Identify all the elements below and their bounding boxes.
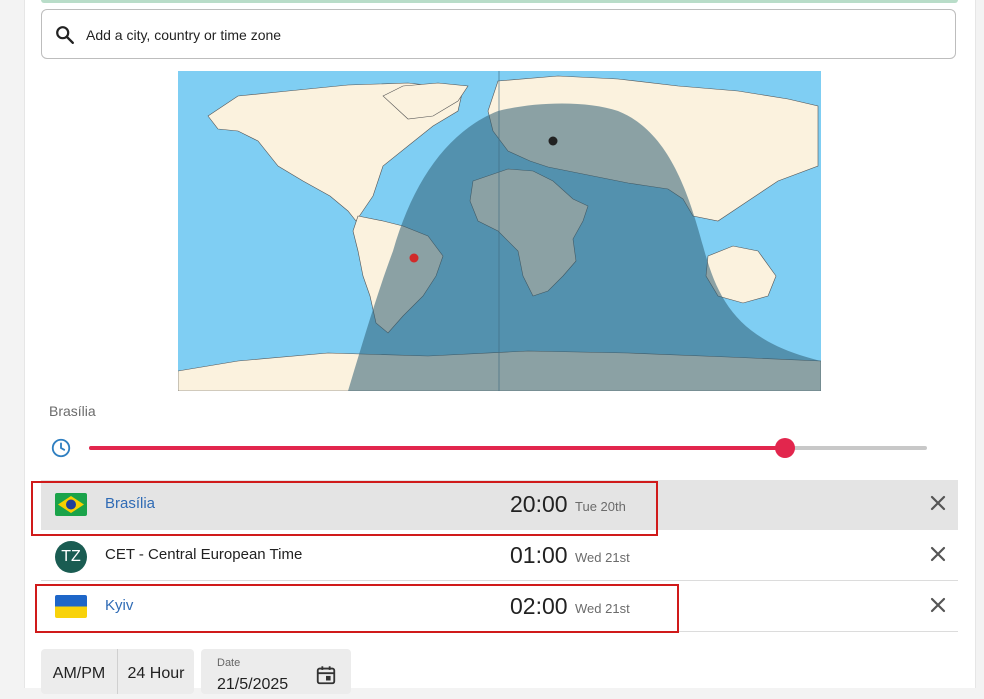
close-icon[interactable] <box>928 595 948 615</box>
search-icon <box>56 26 74 44</box>
close-icon[interactable] <box>928 544 948 564</box>
location-time: 20:00 <box>510 491 568 517</box>
location-day: Wed 21st <box>575 550 630 565</box>
list-item-brasilia[interactable]: Brasília 20:00 Tue 20th <box>41 480 958 530</box>
search-input[interactable] <box>84 23 688 47</box>
location-marker-kyiv[interactable] <box>548 136 558 146</box>
location-time: 02:00 <box>510 593 568 619</box>
search-box[interactable] <box>41 9 956 59</box>
time-slider-thumb[interactable] <box>774 438 795 458</box>
list-item-cet[interactable]: TZ CET - Central European Time 01:00 Wed… <box>41 531 958 581</box>
slider-label: Brasília <box>49 403 96 419</box>
timezone-badge: TZ <box>55 541 87 573</box>
location-name[interactable]: Brasília <box>105 495 155 512</box>
location-day: Wed 21st <box>575 601 630 616</box>
date-label: Date <box>217 657 241 669</box>
close-icon[interactable] <box>928 493 948 513</box>
time-format-toggle[interactable]: AM/PM 24 Hour <box>41 649 194 694</box>
time-slider-track[interactable] <box>89 438 927 458</box>
ampm-option[interactable]: AM/PM <box>41 649 117 694</box>
top-accent-bar <box>41 0 958 3</box>
location-marker-brasilia[interactable] <box>409 253 419 263</box>
world-map[interactable] <box>178 71 821 391</box>
clock-icon <box>51 438 71 458</box>
24-hour-option[interactable]: 24 Hour <box>118 649 194 694</box>
date-value[interactable]: 21/5/2025 <box>217 676 288 694</box>
time-slider-fill <box>89 446 785 450</box>
location-time: 01:00 <box>510 542 568 568</box>
ukraine-flag-icon <box>55 595 87 618</box>
list-item-kyiv[interactable]: Kyiv 02:00 Wed 21st <box>41 582 958 632</box>
location-name: CET - Central European Time <box>105 546 303 563</box>
location-day: Tue 20th <box>575 499 626 514</box>
brazil-flag-icon <box>55 493 87 516</box>
calendar-icon[interactable] <box>315 664 337 686</box>
location-name[interactable]: Kyiv <box>105 597 133 614</box>
date-field[interactable]: Date 21/5/2025 <box>201 649 351 694</box>
